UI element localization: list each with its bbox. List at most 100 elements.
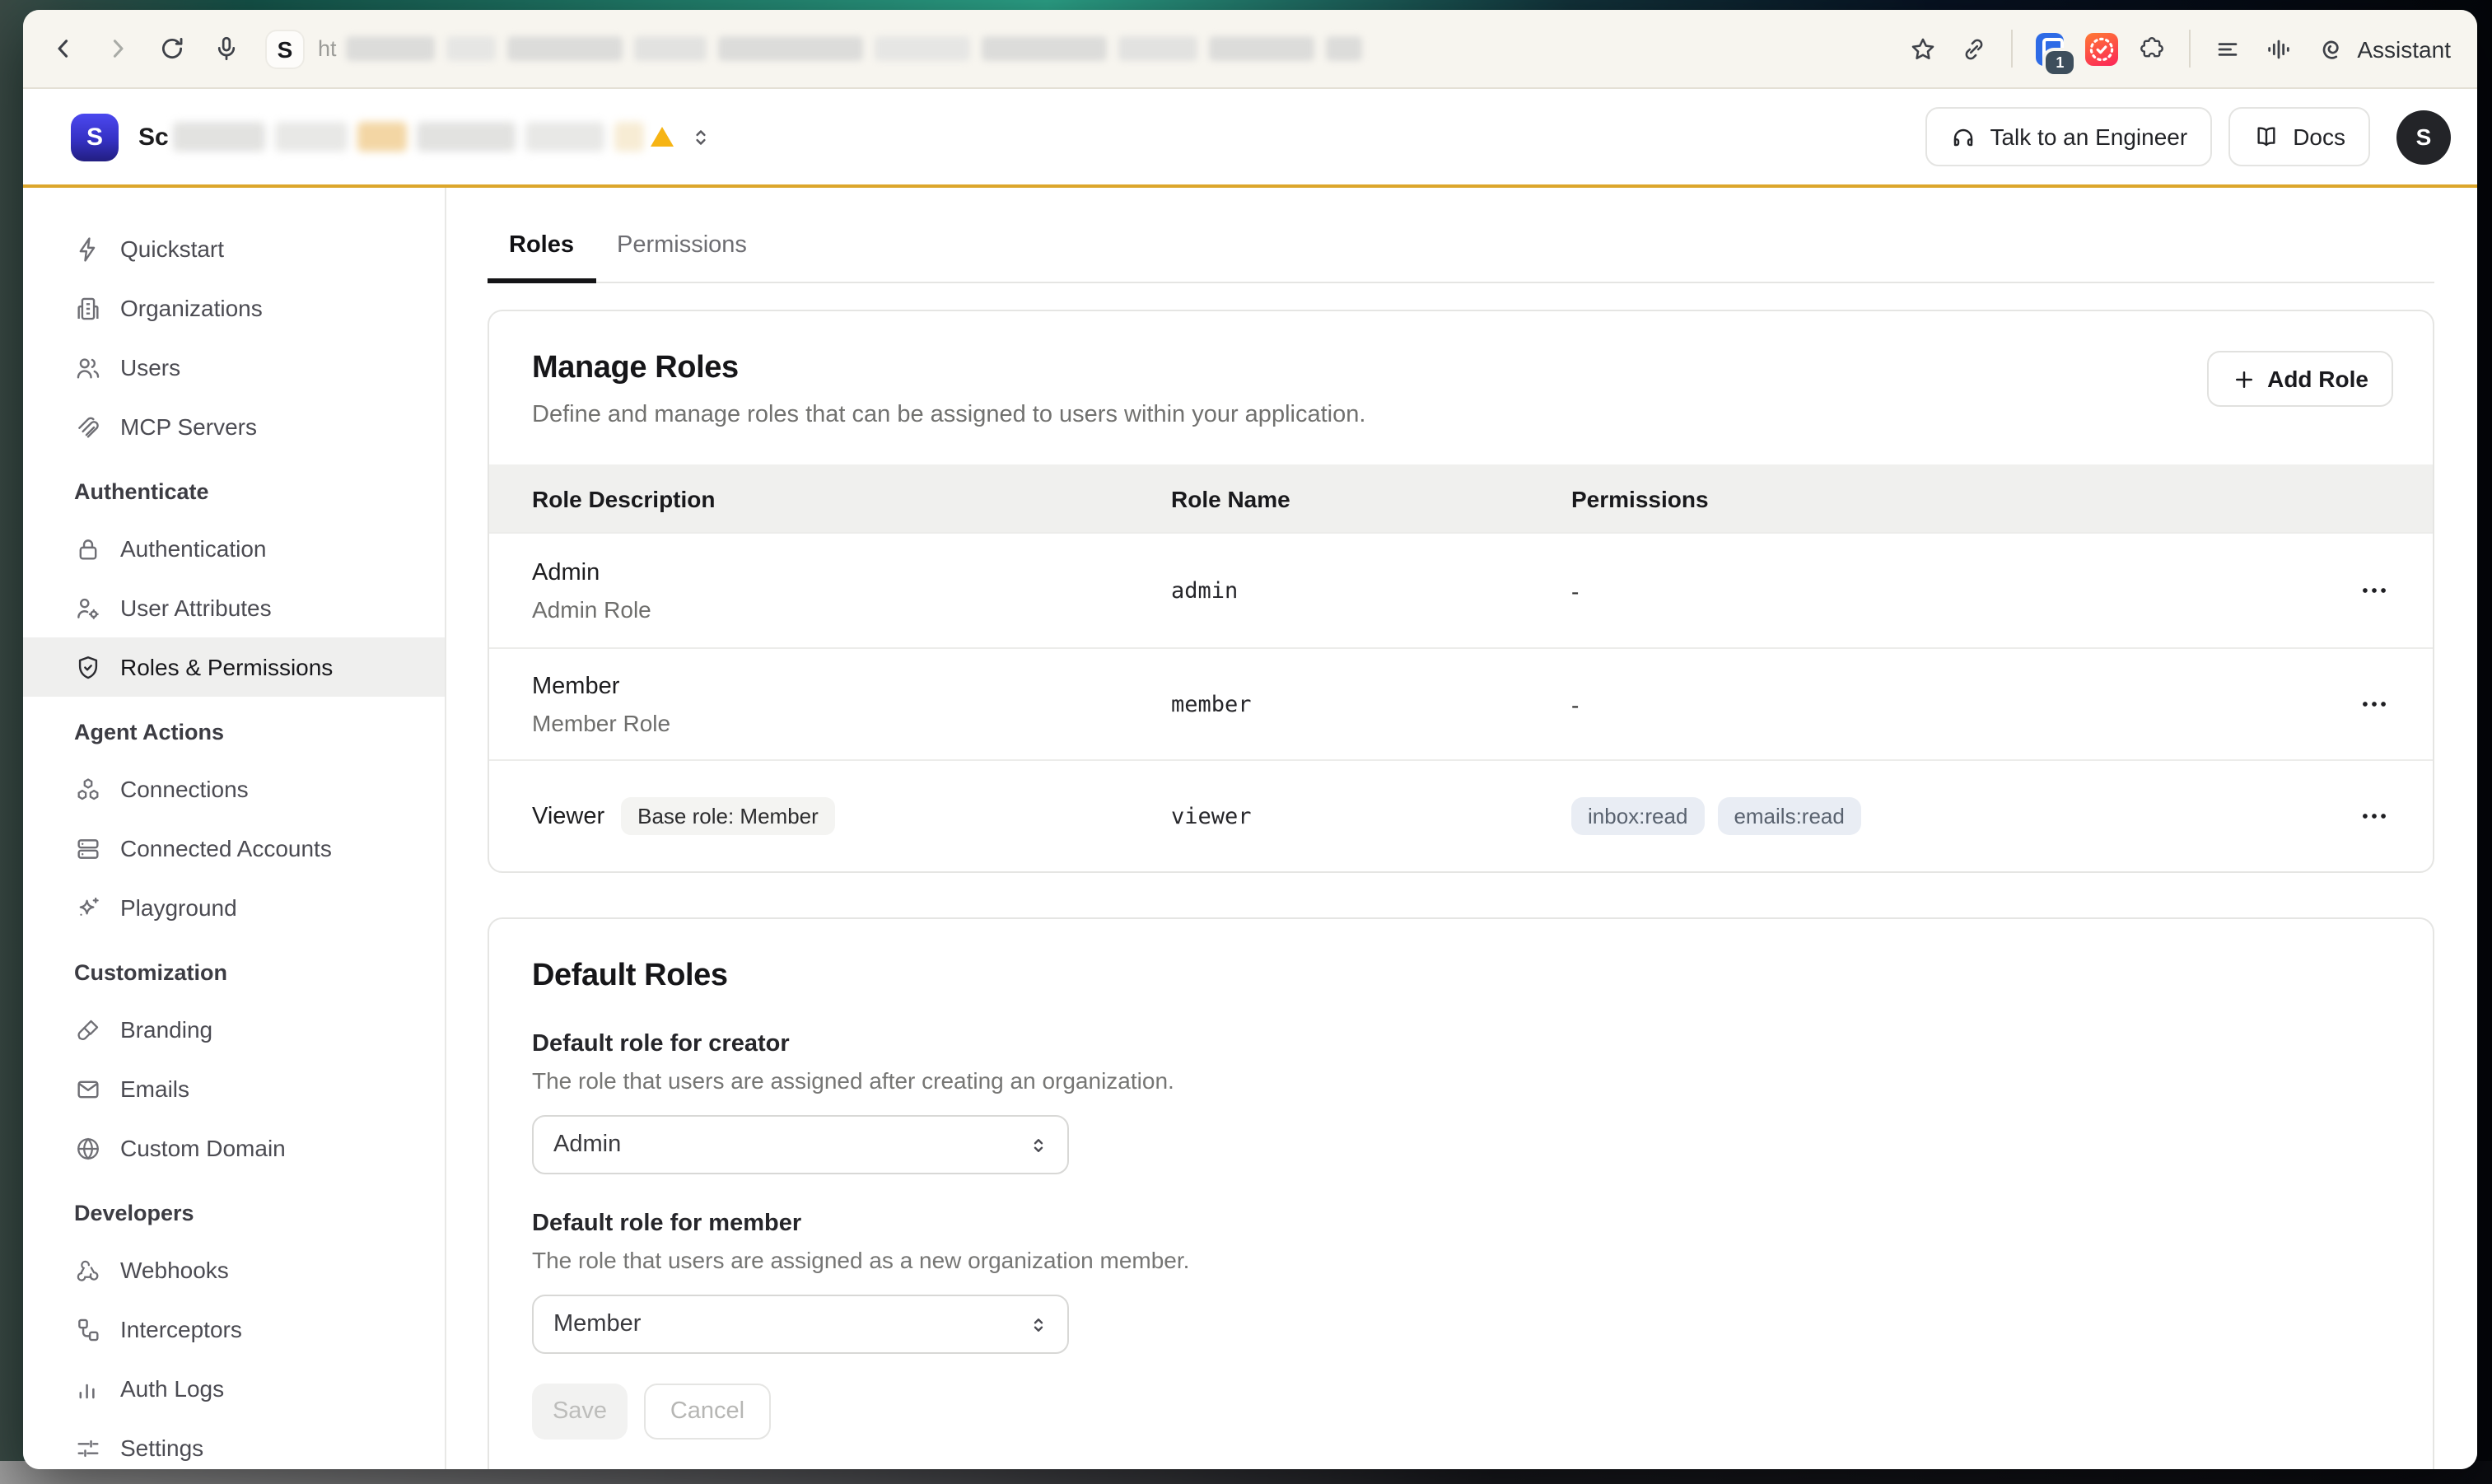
sidebar-item-roles-permissions[interactable]: Roles & Permissions xyxy=(23,637,445,697)
roles-table-header: Role Description Role Name Permissions xyxy=(489,464,2433,532)
assistant-ear-icon[interactable] xyxy=(2316,35,2344,63)
sidebar-item-webhooks[interactable]: Webhooks xyxy=(23,1240,445,1300)
save-button[interactable]: Save xyxy=(532,1384,628,1440)
cubes-icon xyxy=(74,775,102,803)
extensions-puzzle-icon[interactable] xyxy=(2138,35,2166,63)
sidebar-item-mcp-servers[interactable]: MCP Servers xyxy=(23,397,445,456)
select-chevrons-icon xyxy=(1026,1312,1051,1337)
user-avatar[interactable]: S xyxy=(2396,110,2451,164)
reload-icon[interactable] xyxy=(158,35,186,63)
manage-roles-description: Define and manage roles that can be assi… xyxy=(532,402,2390,428)
manage-roles-title: Manage Roles xyxy=(532,351,2390,387)
app-logo: S xyxy=(71,113,119,161)
default-roles-title: Default Roles xyxy=(532,959,2390,995)
header-actions: Talk to an Engineer Docs S xyxy=(1925,107,2451,166)
toolbar-nav-group xyxy=(49,35,240,63)
bolt-icon xyxy=(74,235,102,263)
project-switcher[interactable]: Sc xyxy=(138,122,714,152)
extension-blue-icon[interactable]: 1 xyxy=(2036,35,2064,63)
users-icon xyxy=(74,353,102,381)
sidebar-item-quickstart[interactable]: Quickstart xyxy=(23,219,445,278)
headphones-icon xyxy=(1950,124,1976,150)
talk-to-engineer-button[interactable]: Talk to an Engineer xyxy=(1925,107,2212,166)
permission-chips: inbox:read emails:read xyxy=(1571,797,2291,835)
back-icon[interactable] xyxy=(49,35,77,63)
mail-icon xyxy=(74,1075,102,1103)
member-role-select[interactable]: Member xyxy=(532,1295,1069,1354)
desktop-wallpaper: S ht 1 xyxy=(0,0,2492,1484)
site-favicon: S xyxy=(267,30,303,67)
url-text: ht xyxy=(318,36,337,61)
user-gear-icon xyxy=(74,594,102,622)
sidebar-item-playground[interactable]: Playground xyxy=(23,878,445,937)
sidebar-item-auth-logs[interactable]: Auth Logs xyxy=(23,1359,445,1418)
stack-icon xyxy=(74,834,102,862)
column-role-name: Role Name xyxy=(1171,485,1571,511)
sidebar-section-authenticate: Authenticate xyxy=(23,463,445,519)
sidebar-item-user-attributes[interactable]: User Attributes xyxy=(23,578,445,637)
member-role-description: The role that users are assigned as a ne… xyxy=(532,1247,2390,1273)
sidebar-item-interceptors[interactable]: Interceptors xyxy=(23,1300,445,1359)
manage-roles-card: Manage Roles Define and manage roles tha… xyxy=(488,310,2434,873)
sidebar-section-developers: Developers xyxy=(23,1184,445,1240)
book-icon xyxy=(2253,124,2280,150)
table-row-viewer: Viewer Base role: Member viewer inbox:re… xyxy=(489,759,2433,871)
mcp-icon xyxy=(74,413,102,441)
app-header: S Sc Talk to an Engineer xyxy=(23,89,2477,188)
role-name-code: admin xyxy=(1171,577,1571,604)
creator-role-description: The role that users are assigned after c… xyxy=(532,1067,2390,1094)
creator-role-label: Default role for creator xyxy=(532,1031,2390,1057)
permissions-dash: - xyxy=(1571,691,2291,717)
toolbar-separator xyxy=(2011,30,2013,68)
role-title: Viewer xyxy=(532,803,604,829)
cancel-button[interactable]: Cancel xyxy=(644,1384,771,1440)
sidebar-item-organizations[interactable]: Organizations xyxy=(23,278,445,338)
column-role-description: Role Description xyxy=(532,485,1171,511)
assistant-label[interactable]: Assistant xyxy=(2357,35,2451,62)
shield-check-icon xyxy=(74,653,102,681)
browser-toolbar: S ht 1 xyxy=(23,10,2477,89)
role-name-code: viewer xyxy=(1171,803,1571,829)
sidebar-item-custom-domain[interactable]: Custom Domain xyxy=(23,1118,445,1178)
permissions-dash: - xyxy=(1571,577,2291,604)
sidebar-item-emails[interactable]: Emails xyxy=(23,1059,445,1118)
base-role-badge: Base role: Member xyxy=(621,797,835,835)
sidebar-item-branding[interactable]: Branding xyxy=(23,1000,445,1059)
sidebar-item-connected-accounts[interactable]: Connected Accounts xyxy=(23,819,445,878)
tab-roles[interactable]: Roles xyxy=(488,232,595,283)
copy-link-icon[interactable] xyxy=(1960,35,1988,63)
reader-lines-icon[interactable] xyxy=(2214,35,2242,63)
microphone-icon[interactable] xyxy=(212,35,240,63)
member-role-label: Default role for member xyxy=(532,1211,2390,1237)
table-row-admin: Admin Admin Role admin - xyxy=(489,532,2433,647)
tab-permissions[interactable]: Permissions xyxy=(595,232,768,283)
creator-role-select[interactable]: Admin xyxy=(532,1115,1069,1174)
docs-button[interactable]: Docs xyxy=(2228,107,2370,166)
sidebar-item-connections[interactable]: Connections xyxy=(23,759,445,819)
default-roles-card: Default Roles Default role for creator T… xyxy=(488,917,2434,1469)
url-bar[interactable]: ht xyxy=(318,36,1909,61)
role-title: Admin xyxy=(532,559,1171,586)
permission-chip: inbox:read xyxy=(1571,797,1704,835)
bar-chart-icon xyxy=(74,1374,102,1402)
chevron-updown-icon[interactable] xyxy=(689,124,714,149)
row-actions-button[interactable] xyxy=(2291,800,2390,832)
add-role-button[interactable]: Add Role xyxy=(2206,351,2393,407)
select-chevrons-icon xyxy=(1026,1132,1051,1157)
lock-icon xyxy=(74,534,102,562)
extension-red-icon[interactable] xyxy=(2087,35,2115,63)
sidebar-item-authentication[interactable]: Authentication xyxy=(23,519,445,578)
audio-equalizer-icon[interactable] xyxy=(2265,35,2293,63)
bookmark-star-icon[interactable] xyxy=(1909,35,1937,63)
sidebar: Quickstart Organizations Users MCP Serve… xyxy=(23,188,446,1469)
forward-icon[interactable] xyxy=(104,35,132,63)
row-actions-button[interactable] xyxy=(2291,575,2390,606)
row-actions-button[interactable] xyxy=(2291,688,2390,720)
role-title: Member xyxy=(532,673,1171,699)
role-subtitle: Member Role xyxy=(532,709,1171,735)
role-name-code: member xyxy=(1171,691,1571,717)
sidebar-item-users[interactable]: Users xyxy=(23,338,445,397)
toolbar-separator-2 xyxy=(2189,30,2191,68)
sidebar-item-settings[interactable]: Settings xyxy=(23,1418,445,1469)
column-permissions: Permissions xyxy=(1571,485,2291,511)
